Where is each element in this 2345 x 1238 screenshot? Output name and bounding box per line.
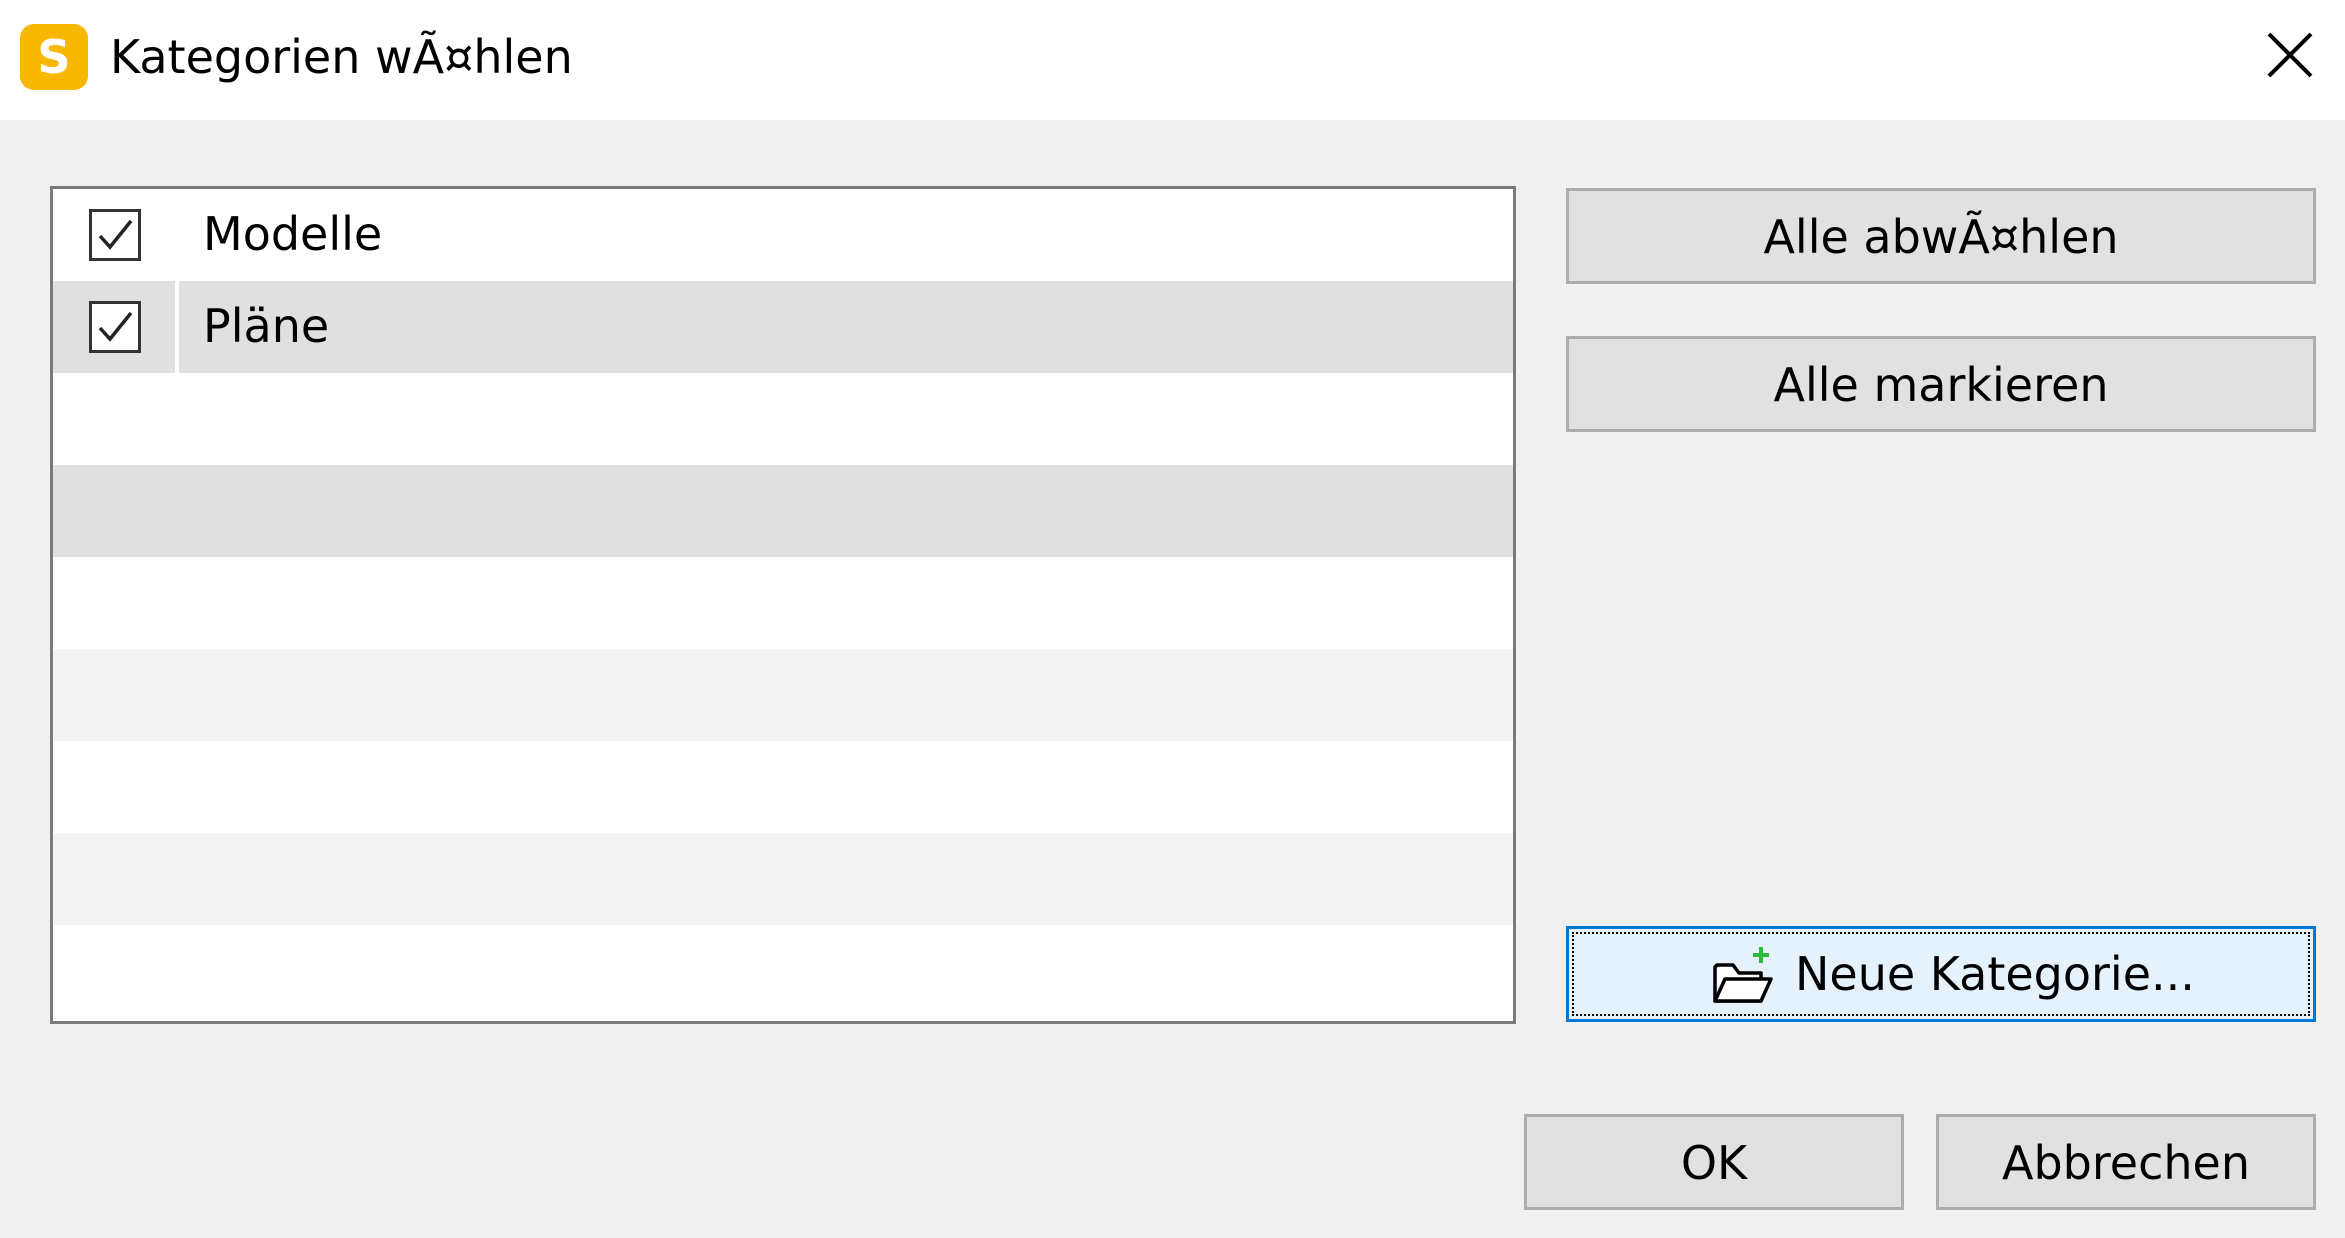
title-bar: S Kategorien wÃ¤hlen <box>0 0 2345 120</box>
folder-add-icon <box>1713 947 1773 1003</box>
deselect-all-button[interactable]: Alle abwÃ¤hlen <box>1566 188 2316 284</box>
category-list[interactable]: Modelle Pläne <box>50 186 1516 1024</box>
empty-row <box>53 649 1513 741</box>
empty-row <box>53 925 1513 1017</box>
close-icon <box>2267 32 2313 78</box>
checkmark-icon <box>98 311 133 342</box>
checkbox-cell <box>53 281 179 373</box>
category-checkbox[interactable] <box>89 209 141 261</box>
list-item[interactable]: Pläne <box>53 281 1513 373</box>
new-category-button[interactable]: Neue Kategorie... <box>1566 926 2316 1022</box>
app-logo-icon: S <box>20 24 88 90</box>
category-checkbox[interactable] <box>89 301 141 353</box>
mark-all-button[interactable]: Alle markieren <box>1566 336 2316 432</box>
empty-row <box>53 741 1513 833</box>
close-button[interactable] <box>2235 0 2345 112</box>
empty-row <box>53 833 1513 925</box>
list-item[interactable]: Modelle <box>53 189 1513 281</box>
cancel-button[interactable]: Abbrechen <box>1936 1114 2316 1210</box>
checkmark-icon <box>98 219 133 250</box>
list-item-label: Modelle <box>203 207 383 261</box>
empty-row <box>53 465 1513 557</box>
empty-row <box>53 557 1513 649</box>
ok-button[interactable]: OK <box>1524 1114 1904 1210</box>
window-title: Kategorien wÃ¤hlen <box>110 30 573 84</box>
list-item-label: Pläne <box>203 299 330 353</box>
new-category-label: Neue Kategorie... <box>1795 947 2195 1001</box>
checkbox-cell <box>53 189 175 281</box>
empty-row <box>53 373 1513 465</box>
